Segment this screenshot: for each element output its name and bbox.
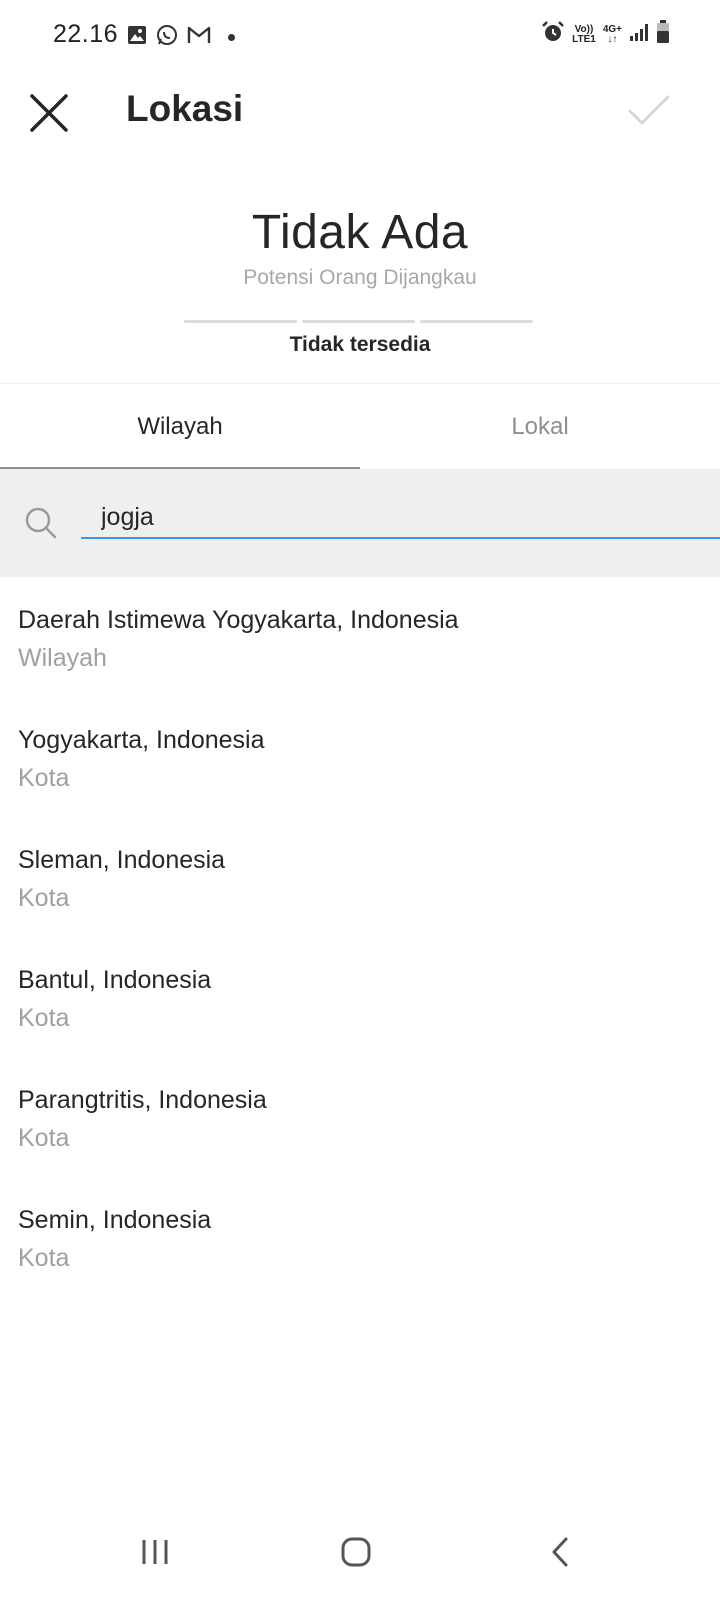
location-tabs: Wilayah Lokal [0,384,720,469]
list-item[interactable]: Daerah Istimewa Yogyakarta, Indonesia Wi… [0,600,720,720]
location-results: Daerah Istimewa Yogyakarta, Indonesia Wi… [0,600,720,1320]
recent-apps-button[interactable] [125,1532,185,1572]
system-nav-bar [0,1510,720,1600]
alarm-icon [541,20,565,49]
close-button[interactable] [22,86,76,140]
result-name: Sleman, Indonesia [18,846,226,874]
result-name: Parangtritis, Indonesia [18,1086,267,1114]
data-arrows-icon: ↓↑ [607,33,618,45]
back-button[interactable] [530,1532,590,1572]
list-item[interactable]: Bantul, Indonesia Kota [0,960,720,1080]
status-bar: 22.16 Vo)) LTE1 4G+ ↓↑ [0,0,720,72]
confirm-button[interactable] [622,84,676,138]
signal-icon [629,22,649,47]
app-header: Lokasi [0,72,720,154]
result-name: Yogyakarta, Indonesia [18,726,265,754]
search-bar [0,469,720,577]
reach-value: Tidak Ada [251,206,469,259]
search-input[interactable] [81,499,720,539]
list-item[interactable]: Yogyakarta, Indonesia Kota [0,720,720,840]
network-volte-lte: Vo)) LTE1 [572,23,596,45]
reach-status: Tidak tersedia [289,333,431,356]
status-time: 22.16 [53,20,119,48]
tab-lokal[interactable]: Lokal [360,384,720,469]
result-type: Kota [18,1244,70,1272]
result-type: Kota [18,1004,70,1032]
result-type: Kota [18,764,70,792]
battery-icon [656,20,670,49]
result-name: Bantul, Indonesia [18,966,212,994]
reach-meter-segment [420,320,533,323]
network-4g: 4G+ ↓↑ [602,23,622,45]
list-item[interactable]: Parangtritis, Indonesia Kota [0,1080,720,1200]
reach-label: Potensi Orang Dijangkau [243,266,477,289]
tab-wilayah[interactable]: Wilayah [0,384,360,469]
dot-icon [228,34,235,41]
back-icon [552,1537,568,1567]
list-item[interactable]: Sleman, Indonesia Kota [0,840,720,960]
reach-meter [184,320,533,323]
reach-estimate: Tidak Ada Potensi Orang Dijangkau Tidak … [0,205,720,356]
gallery-icon [127,25,147,50]
home-button[interactable] [326,1532,386,1572]
system-icons: Vo)) LTE1 4G+ ↓↑ [541,20,670,49]
result-name: Semin, Indonesia [18,1206,212,1234]
result-name: Daerah Istimewa Yogyakarta, Indonesia [18,606,459,634]
notification-icons [127,24,235,51]
result-type: Kota [18,884,70,912]
page-title: Lokasi [126,88,244,129]
location-screen: 22.16 Vo)) LTE1 4G+ ↓↑ Lokasi Tidak Ada … [0,0,720,1600]
reach-meter-segment [302,320,415,323]
check-icon [628,95,670,125]
result-type: Wilayah [18,644,107,672]
whatsapp-icon [156,24,178,51]
result-type: Kota [18,1124,70,1152]
reach-meter-segment [184,320,297,323]
search-icon [24,506,58,545]
recent-apps-icon [142,1540,168,1564]
home-icon [341,1537,371,1567]
list-item[interactable]: Semin, Indonesia Kota [0,1200,720,1320]
gmail-icon [187,25,211,50]
close-icon [30,94,68,132]
